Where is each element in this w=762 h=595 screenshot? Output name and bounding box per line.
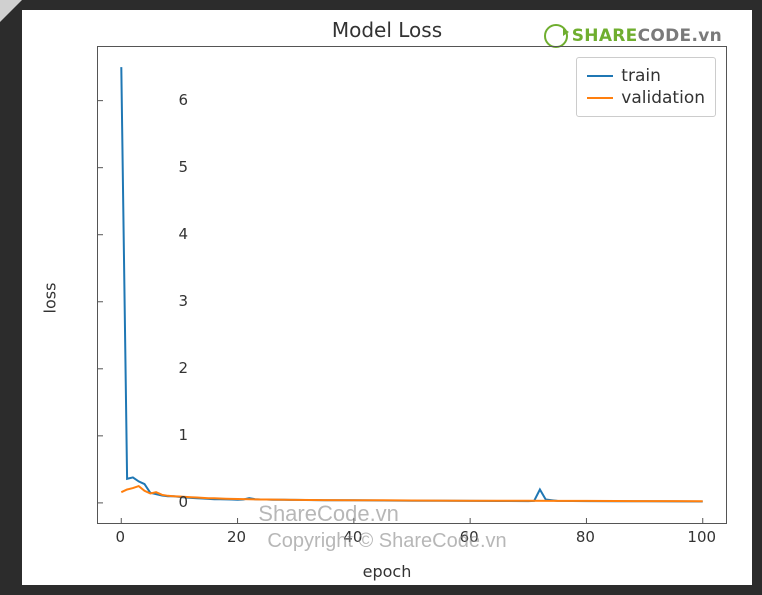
legend: train validation [576, 57, 716, 117]
legend-row-validation: validation [587, 88, 705, 108]
ytick-2: 2 [178, 359, 188, 377]
watermark-sharecode: ShareCode.vn [258, 501, 399, 527]
x-axis-label: epoch [363, 562, 412, 581]
legend-label-validation: validation [621, 88, 705, 108]
watermark-copyright: Copyright © ShareCode.vn [267, 530, 506, 553]
xtick-100: 100 [687, 528, 716, 546]
ytick-6: 6 [178, 91, 188, 109]
series-validation [121, 486, 702, 501]
brand-code: CODE [638, 26, 692, 46]
legend-row-train: train [587, 66, 705, 86]
ytick-0: 0 [178, 493, 188, 511]
ytick-4: 4 [178, 225, 188, 243]
brand-share: SHARE [572, 26, 638, 46]
plot-svg [98, 47, 726, 523]
sharecode-logo-icon [544, 24, 568, 48]
legend-label-train: train [621, 66, 661, 86]
chart-frame: Model Loss SHARECODE.vn train validation… [22, 10, 752, 585]
brand-tld: .vn [691, 26, 722, 46]
legend-swatch-train [587, 75, 613, 77]
corner-decoration [0, 0, 22, 22]
series-train [121, 67, 702, 501]
xtick-80: 80 [576, 528, 595, 546]
y-axis-label: loss [41, 282, 60, 313]
sharecode-brand: SHARECODE.vn [544, 24, 722, 48]
ytick-5: 5 [178, 158, 188, 176]
legend-swatch-validation [587, 97, 613, 99]
xtick-0: 0 [115, 528, 125, 546]
xtick-20: 20 [227, 528, 246, 546]
ytick-1: 1 [178, 426, 188, 444]
plot-area: train validation [97, 46, 727, 524]
ytick-3: 3 [178, 292, 188, 310]
